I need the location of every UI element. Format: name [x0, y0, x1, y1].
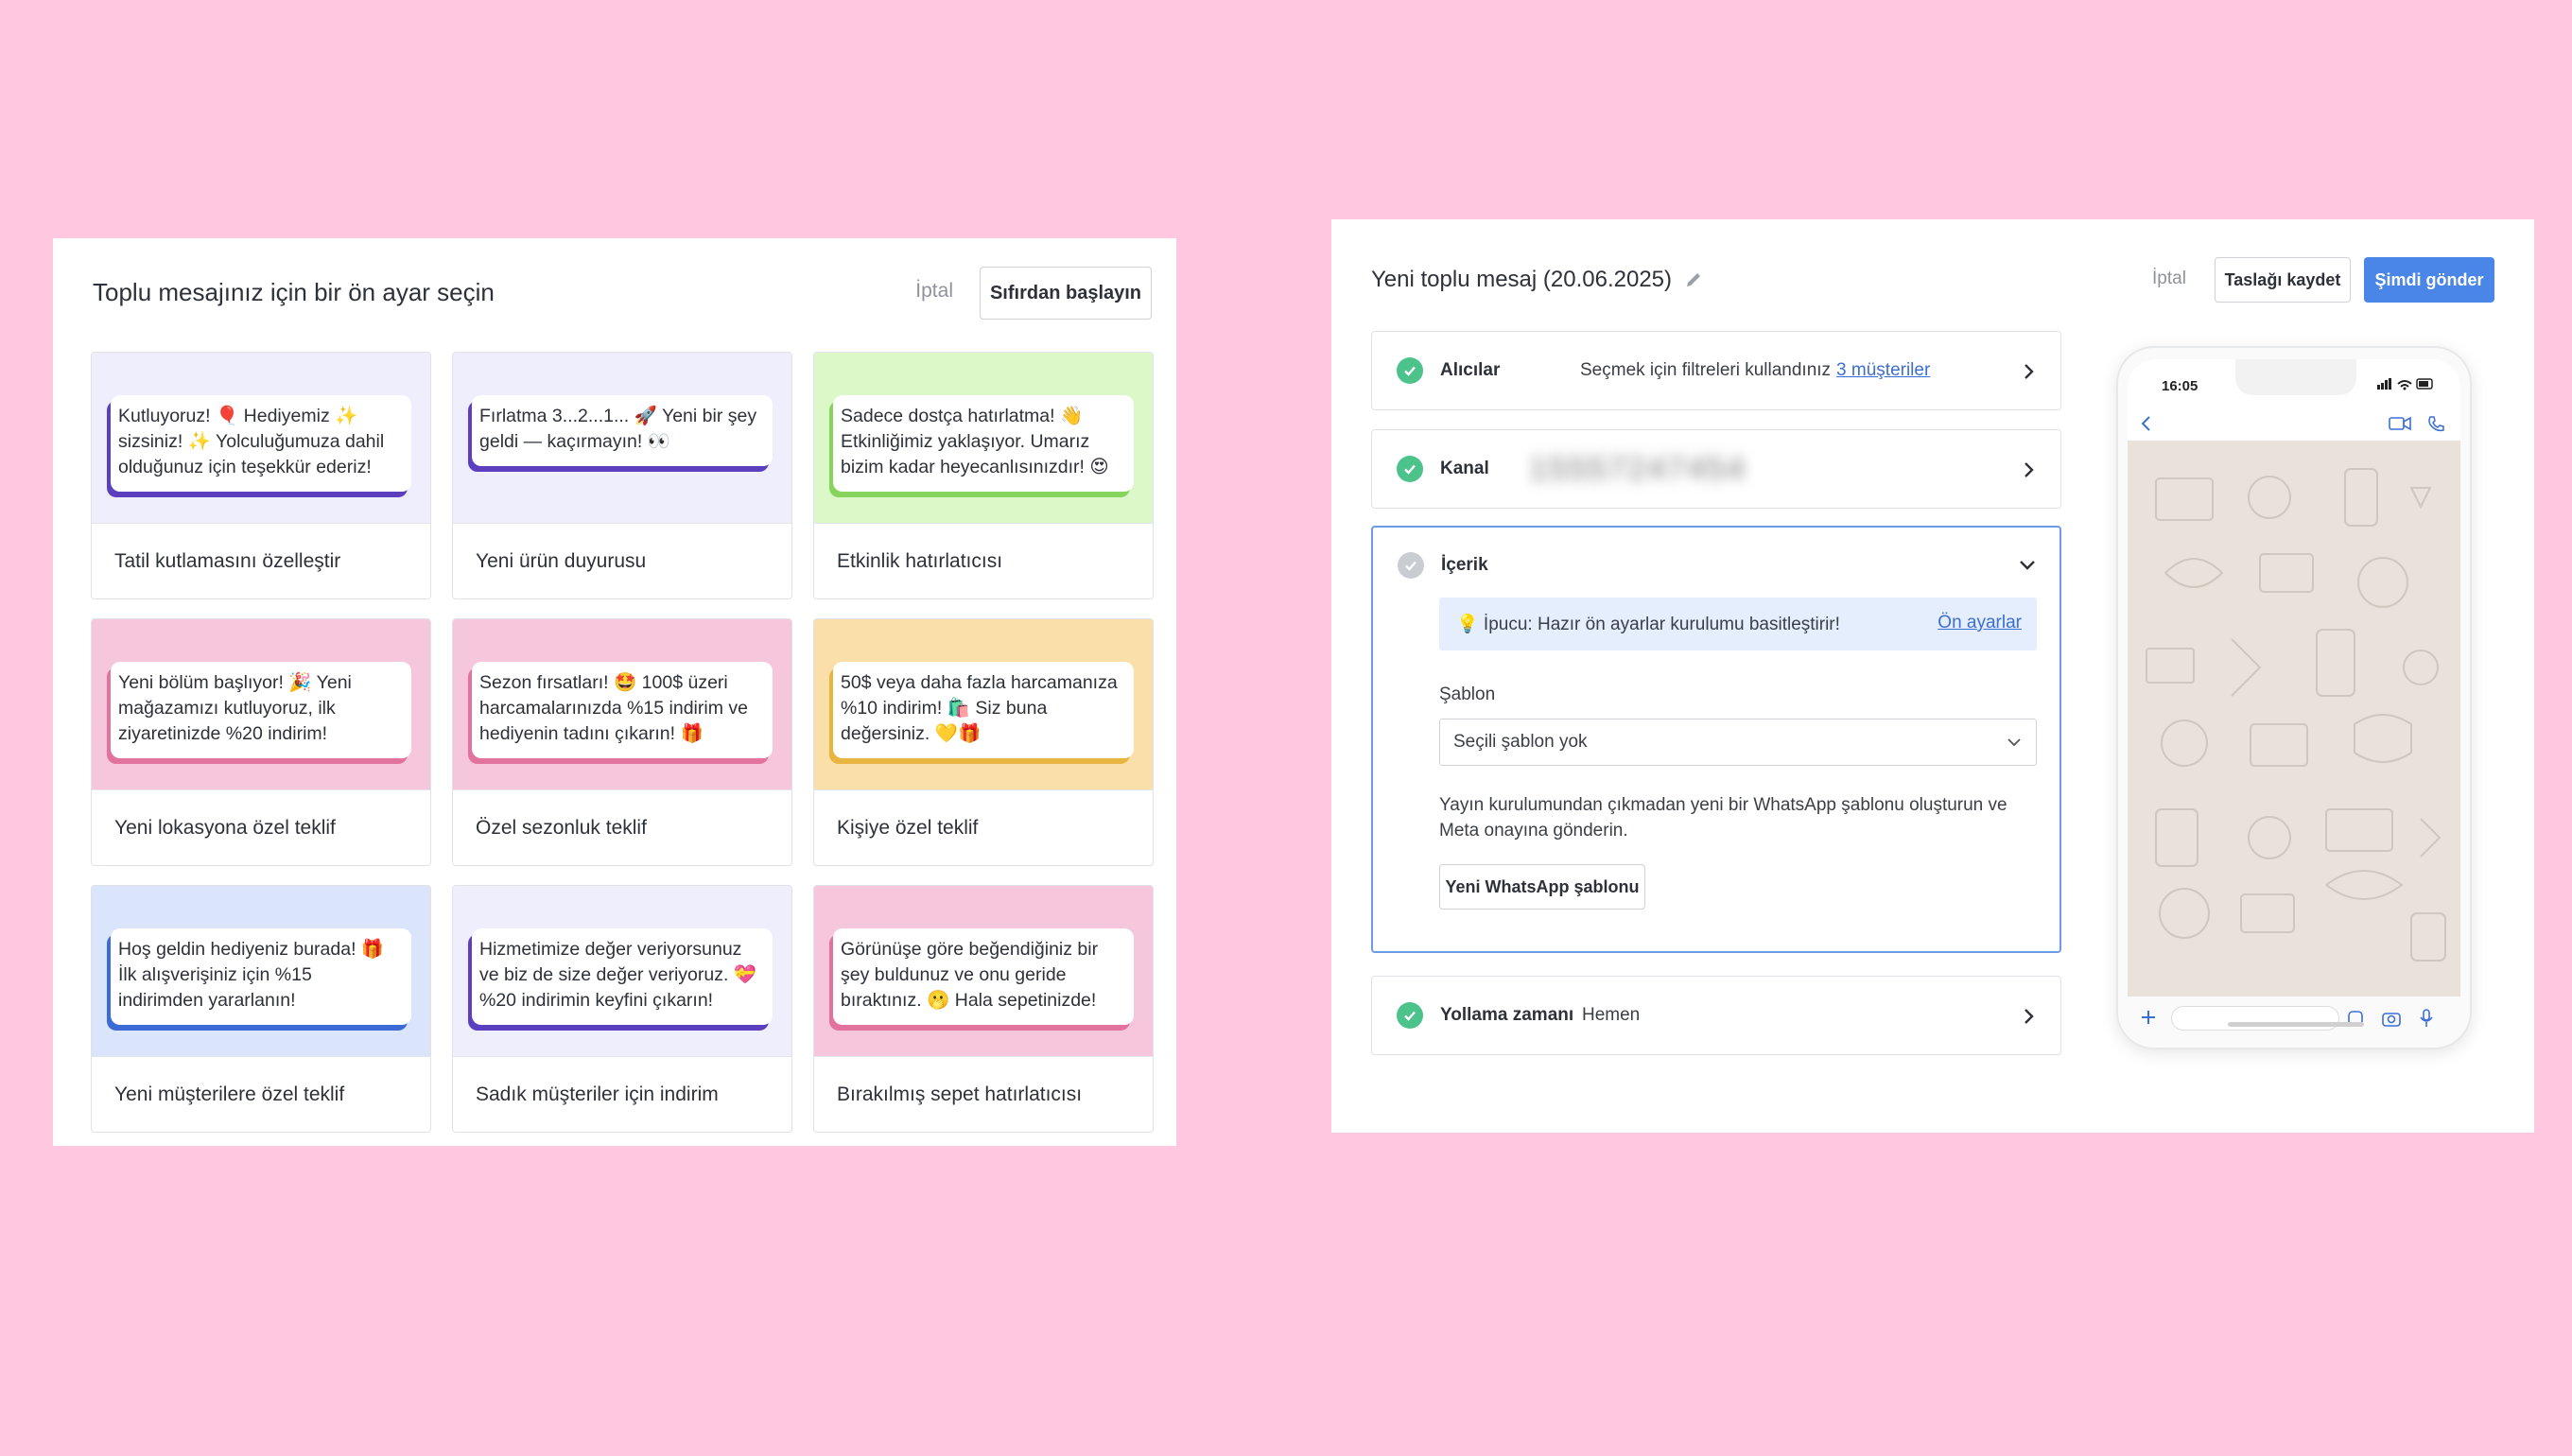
new-whatsapp-template-button[interactable]: Yeni WhatsApp şablonu	[1439, 864, 1645, 910]
recipients-label: Alıcılar	[1440, 360, 1501, 380]
preset-message-bubble: Hizmetimize değer veriyorsunuz ve biz de…	[472, 928, 773, 1025]
video-call-icon[interactable]	[2389, 416, 2411, 431]
phone-notch	[2235, 359, 2356, 395]
recipients-text: Seçmek için filtreleri kullandınız	[1580, 360, 1832, 380]
preset-label: Yeni müşterilere özel teklif	[92, 1056, 430, 1132]
start-from-scratch-button[interactable]: Sıfırdan başlayın	[980, 267, 1152, 320]
preset-label: Kişiye özel teklif	[814, 789, 1153, 865]
preset-card[interactable]: Hoş geldin hediyeniz burada! 🎁 İlk alışv…	[91, 885, 431, 1133]
preset-card[interactable]: Görünüşe göre beğendiğiniz bir şey buldu…	[813, 885, 1154, 1133]
plus-icon[interactable]	[2139, 1008, 2158, 1027]
preset-preview: Hizmetimize değer veriyorsunuz ve biz de…	[453, 886, 791, 1056]
preset-picker-title: Toplu mesajınız için bir ön ayar seçin	[93, 278, 495, 306]
chevron-right-icon	[2025, 364, 2034, 379]
presets-link[interactable]: Ön ayarlar	[1938, 613, 2022, 633]
check-icon	[1397, 456, 1423, 482]
send-now-button[interactable]: Şimdi gönder	[2364, 257, 2494, 303]
preset-preview: Fırlatma 3...2...1... 🚀 Yeni bir şey gel…	[453, 353, 791, 523]
preset-label: Yeni ürün duyurusu	[453, 523, 791, 598]
content-section: İçerik 💡 İpucu: Hazır ön ayarlar kurulum…	[1371, 526, 2061, 953]
preset-label: Sadık müşteriler için indirim	[453, 1056, 791, 1132]
preset-preview: Hoş geldin hediyeniz burada! 🎁 İlk alışv…	[92, 886, 430, 1056]
preset-preview: Sadece dostça hatırlatma! 👋 Etkinliğimiz…	[814, 353, 1153, 523]
cancel-link[interactable]: İptal	[915, 280, 953, 303]
preset-message-bubble: Fırlatma 3...2...1... 🚀 Yeni bir şey gel…	[472, 395, 773, 466]
chat-input-bar	[2128, 997, 2460, 1036]
schedule-value: Hemen	[1582, 1005, 1641, 1025]
check-icon	[1397, 357, 1423, 384]
schedule-row[interactable]: Yollama zamanı Hemen	[1371, 976, 2061, 1055]
check-icon	[1398, 552, 1424, 579]
schedule-label: Yollama zamanı	[1440, 1005, 1574, 1025]
preset-label: Tatil kutlamasını özelleştir	[92, 523, 430, 598]
camera-icon[interactable]	[2381, 1009, 2402, 1028]
broadcast-title: Yeni toplu mesaj (20.06.2025)	[1371, 267, 1704, 293]
preset-message-bubble: Yeni bölüm başlıyor! 🎉 Yeni mağazamızı k…	[111, 662, 411, 758]
preset-message-bubble: Sadece dostça hatırlatma! 👋 Etkinliğimiz…	[833, 395, 1134, 492]
preset-label: Bırakılmış sepet hatırlatıcısı	[814, 1056, 1153, 1132]
preset-preview: Kutluyoruz! 🎈 Hediyemiz ✨ sizsiniz! ✨ Yo…	[92, 353, 430, 523]
microphone-icon[interactable]	[2419, 1008, 2434, 1029]
chevron-down-icon	[2007, 738, 2021, 747]
preset-card[interactable]: Fırlatma 3...2...1... 🚀 Yeni bir şey gel…	[452, 352, 792, 599]
preset-card[interactable]: Yeni bölüm başlıyor! 🎉 Yeni mağazamızı k…	[91, 618, 431, 866]
chevron-right-icon	[2025, 1009, 2034, 1024]
preset-card[interactable]: Sezon fırsatları! 🤩 100$ üzeri harcamala…	[452, 618, 792, 866]
preset-grid: Kutluyoruz! 🎈 Hediyemiz ✨ sizsiniz! ✨ Yo…	[91, 352, 1154, 1133]
preset-label: Etkinlik hatırlatıcısı	[814, 523, 1153, 598]
recipients-link[interactable]: 3 müşteriler	[1836, 360, 1930, 381]
channel-phone-number: 15557247454	[1529, 450, 1747, 487]
content-label: İçerik	[1441, 555, 1488, 575]
preset-message-bubble: Hoş geldin hediyeniz burada! 🎁 İlk alışv…	[111, 928, 411, 1025]
template-select[interactable]: Seçili şablon yok	[1439, 719, 2037, 766]
chat-header	[2128, 407, 2460, 441]
preset-message-bubble: Kutluyoruz! 🎈 Hediyemiz ✨ sizsiniz! ✨ Yo…	[111, 395, 411, 492]
preset-label: Özel sezonluk teklif	[453, 789, 791, 865]
phone-preview: 16:05	[2116, 346, 2472, 1049]
cancel-link[interactable]: İptal	[2152, 269, 2186, 289]
template-help-text: Yayın kurulumundan çıkmadan yeni bir Wha…	[1439, 795, 2007, 841]
status-time: 16:05	[2162, 378, 2198, 394]
phone-call-icon[interactable]	[2426, 415, 2445, 434]
preset-label: Yeni lokasyona özel teklif	[92, 789, 430, 865]
preset-preview: Görünüşe göre beğendiğiniz bir şey buldu…	[814, 886, 1153, 1056]
preset-card[interactable]: Hizmetimize değer veriyorsunuz ve biz de…	[452, 885, 792, 1133]
back-arrow-icon[interactable]	[2137, 414, 2156, 433]
preset-preview: Yeni bölüm başlıyor! 🎉 Yeni mağazamızı k…	[92, 619, 430, 789]
tip-text: 💡 İpucu: Hazır ön ayarlar kurulumu basit…	[1456, 615, 1840, 634]
tip-banner: 💡 İpucu: Hazır ön ayarlar kurulumu basit…	[1439, 598, 2037, 650]
home-indicator	[2228, 1022, 2364, 1027]
phone-screen: 16:05	[2128, 359, 2460, 1036]
preset-picker-header: Toplu mesajınız için bir ön ayar seçin İ…	[93, 267, 1152, 320]
preset-message-bubble: Görünüşe göre beğendiğiniz bir şey buldu…	[833, 928, 1134, 1025]
template-select-value: Seçili şablon yok	[1453, 732, 1588, 752]
content-header[interactable]: İçerik	[1398, 552, 1583, 579]
preset-card[interactable]: Sadece dostça hatırlatma! 👋 Etkinliğimiz…	[813, 352, 1154, 599]
chat-wallpaper	[2128, 441, 2460, 997]
broadcast-editor-panel: Yeni toplu mesaj (20.06.2025) İptal Tasl…	[1331, 219, 2534, 1133]
channel-row[interactable]: Kanal 15557247454	[1371, 429, 2061, 509]
preset-card[interactable]: Kutluyoruz! 🎈 Hediyemiz ✨ sizsiniz! ✨ Yo…	[91, 352, 431, 599]
preset-message-bubble: Sezon fırsatları! 🤩 100$ üzeri harcamala…	[472, 662, 773, 758]
preset-preview: 50$ veya daha fazla harcamanıza %10 indi…	[814, 619, 1153, 789]
doodle-pattern	[2146, 468, 2446, 962]
message-input[interactable]	[2171, 1006, 2339, 1031]
channel-label: Kanal	[1440, 459, 1489, 478]
recipients-row[interactable]: Alıcılar Seçmek için filtreleri kullandı…	[1371, 331, 2061, 410]
preset-picker-panel: Toplu mesajınız için bir ön ayar seçin İ…	[53, 238, 1176, 1146]
broadcast-title-text: Yeni toplu mesaj (20.06.2025)	[1371, 267, 1672, 292]
preset-preview: Sezon fırsatları! 🤩 100$ üzeri harcamala…	[453, 619, 791, 789]
edit-pencil-icon[interactable]	[1683, 269, 1704, 290]
chevron-right-icon	[2025, 462, 2034, 477]
preset-card[interactable]: 50$ veya daha fazla harcamanıza %10 indi…	[813, 618, 1154, 866]
preset-message-bubble: 50$ veya daha fazla harcamanıza %10 indi…	[833, 662, 1134, 758]
chevron-down-icon[interactable]	[2016, 556, 2039, 575]
save-draft-button[interactable]: Taslağı kaydet	[2215, 257, 2351, 303]
template-label: Şablon	[1439, 685, 1496, 704]
status-icons	[2377, 378, 2433, 390]
check-icon	[1397, 1002, 1423, 1029]
